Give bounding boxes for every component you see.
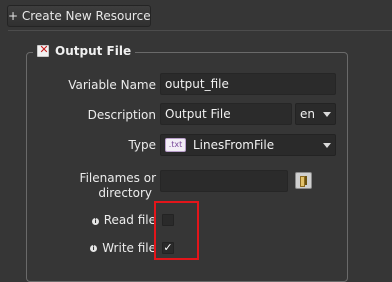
info-icon[interactable]: i — [90, 245, 97, 252]
txt-file-icon: .txt — [165, 138, 186, 152]
variable-name-label: Variable Name — [68, 78, 156, 92]
description-input[interactable]: Output File — [160, 103, 292, 125]
language-select-value: en — [300, 107, 315, 121]
panel-header: Output File — [33, 42, 136, 60]
type-select-value: LinesFromFile — [193, 138, 275, 152]
info-icon[interactable]: i — [92, 218, 99, 225]
read-file-label: Read file — [103, 213, 156, 227]
type-select[interactable]: .txt LinesFromFile — [160, 134, 336, 156]
chevron-down-icon — [323, 112, 331, 117]
chevron-down-icon — [323, 143, 331, 148]
folder-browse-icon[interactable] — [295, 172, 312, 189]
description-label: Description — [87, 108, 156, 122]
panel-title: Output File — [55, 44, 132, 58]
highlight-box — [154, 201, 199, 260]
create-new-resource-button[interactable]: + Create New Resource — [7, 5, 151, 27]
filenames-input[interactable] — [160, 170, 288, 192]
variable-name-input[interactable]: output_file — [160, 73, 336, 95]
delete-x-icon[interactable] — [37, 43, 50, 57]
language-select[interactable]: en — [295, 103, 336, 125]
type-label: Type — [128, 138, 156, 152]
write-file-label: Write file — [102, 241, 156, 255]
toolbar-divider — [8, 30, 392, 31]
filenames-label-line2: directory — [98, 186, 152, 200]
filenames-label-line1: Filenames or — [79, 171, 156, 185]
